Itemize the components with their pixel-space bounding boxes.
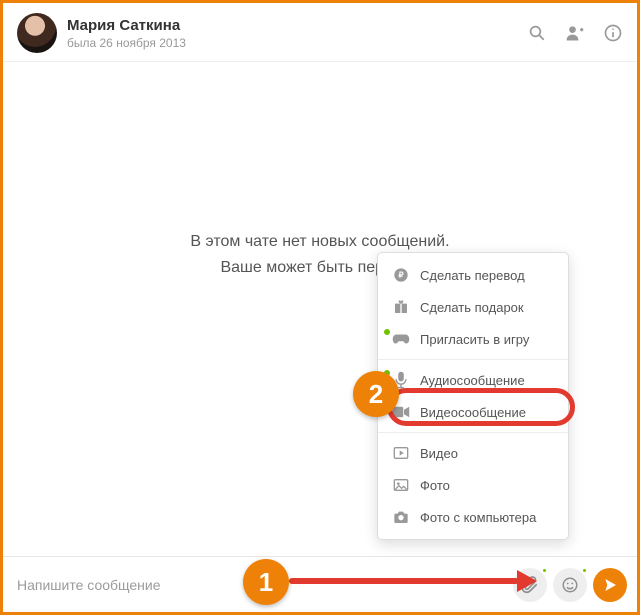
image-icon: [392, 476, 410, 494]
menu-separator: [378, 432, 568, 433]
menu-item-game[interactable]: Пригласить в игру: [378, 323, 568, 355]
new-dot-icon: [541, 567, 548, 574]
new-dot-icon: [384, 329, 390, 335]
info-icon[interactable]: [603, 23, 623, 43]
ruble-icon: ₽: [392, 266, 410, 284]
menu-item-photo-pc[interactable]: Фото с компьютера: [378, 501, 568, 533]
callout-badge-1: 1: [243, 559, 289, 605]
menu-label: Сделать подарок: [420, 300, 524, 315]
menu-label: Видео: [420, 446, 458, 461]
menu-item-photo[interactable]: Фото: [378, 469, 568, 501]
search-icon[interactable]: [527, 23, 547, 43]
menu-item-transfer[interactable]: ₽ Сделать перевод: [378, 259, 568, 291]
menu-label: Сделать перевод: [420, 268, 525, 283]
menu-item-gift[interactable]: Сделать подарок: [378, 291, 568, 323]
add-friend-icon[interactable]: [565, 23, 585, 43]
emoji-button[interactable]: [553, 568, 587, 602]
menu-label: Пригласить в игру: [420, 332, 529, 347]
menu-label: Фото с компьютера: [420, 510, 536, 525]
header-actions: [527, 23, 623, 43]
play-box-icon: [392, 444, 410, 462]
gamepad-icon: [392, 330, 410, 348]
menu-label: Аудиосообщение: [420, 373, 525, 388]
callout-number: 1: [259, 567, 273, 598]
menu-item-video[interactable]: Видео: [378, 437, 568, 469]
camera-icon: [392, 508, 410, 526]
callout-badge-2: 2: [353, 371, 399, 417]
callout-number: 2: [369, 379, 383, 410]
svg-text:₽: ₽: [398, 271, 403, 280]
chat-window: Мария Саткина была 26 ноября 2013 В этом…: [0, 0, 640, 615]
user-meta: Мария Саткина была 26 ноября 2013: [67, 17, 186, 50]
menu-separator: [378, 359, 568, 360]
user-name[interactable]: Мария Саткина: [67, 17, 186, 34]
chat-header: Мария Саткина была 26 ноября 2013: [3, 3, 637, 62]
new-dot-icon: [581, 567, 588, 574]
avatar[interactable]: [17, 13, 57, 53]
send-button[interactable]: [593, 568, 627, 602]
menu-label: Фото: [420, 478, 450, 493]
last-seen: была 26 ноября 2013: [67, 36, 186, 50]
empty-line-1: В этом чате нет новых сообщений.: [190, 229, 449, 255]
highlight-ring: [387, 388, 575, 426]
annotation-arrow: [289, 574, 537, 588]
gift-icon: [392, 298, 410, 316]
